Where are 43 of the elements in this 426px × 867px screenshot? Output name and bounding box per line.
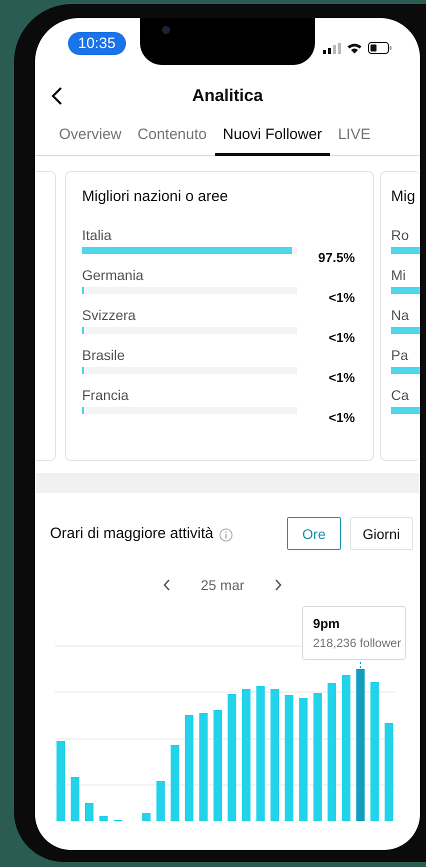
section-title: Orari di maggiore attività	[50, 525, 214, 542]
card-title: Mig	[391, 188, 416, 205]
signal-icon	[323, 42, 341, 54]
chart-bar	[142, 813, 151, 821]
country-name: Italia	[82, 227, 113, 244]
status-time: 10:35	[68, 32, 126, 54]
country-name: Francia	[82, 387, 130, 404]
tab[interactable]: Contenuto	[130, 123, 215, 156]
share-value: <1%	[328, 290, 355, 305]
tab[interactable]: Overview	[51, 123, 130, 156]
share-bar-fill	[391, 287, 420, 294]
chart-bar	[156, 781, 165, 821]
camera-icon	[162, 26, 170, 34]
tooltip-time: 9pm	[313, 616, 341, 631]
wifi-icon	[347, 42, 362, 54]
city-name: Ca	[391, 387, 410, 404]
page-title: Analitica	[192, 86, 263, 106]
share-value: <1%	[328, 330, 355, 345]
toggle-button[interactable]: Giorni	[350, 517, 413, 550]
city-name: Ro	[391, 227, 410, 244]
chart-bar	[70, 777, 80, 821]
share-value: <1%	[328, 410, 355, 425]
share-bar-fill	[391, 247, 420, 254]
tab[interactable]: LIVE	[330, 123, 378, 156]
city-name: Na	[391, 307, 410, 324]
share-value: 97.5%	[317, 250, 355, 265]
share-bar-fill	[391, 407, 420, 414]
share-bar-fill	[391, 367, 420, 374]
tab[interactable]: Nuovi Follower	[214, 123, 330, 156]
city-name: Pa	[391, 347, 410, 364]
tooltip-value: 218,236 follower	[313, 636, 402, 650]
chart-bar	[85, 803, 94, 821]
country-name: Germania	[82, 267, 144, 284]
country-name: Brasile	[82, 347, 126, 364]
chart-bar	[99, 816, 108, 821]
date-label: 25 mar	[200, 577, 244, 593]
share-value: <1%	[328, 370, 355, 385]
share-bar-fill	[391, 327, 420, 334]
battery-icon	[368, 42, 392, 54]
toggle-button[interactable]: Ore	[287, 517, 341, 550]
country-name: Svizzera	[82, 307, 137, 324]
city-name: Mi	[391, 267, 407, 284]
card-title: Migliori nazioni o aree	[82, 188, 229, 205]
